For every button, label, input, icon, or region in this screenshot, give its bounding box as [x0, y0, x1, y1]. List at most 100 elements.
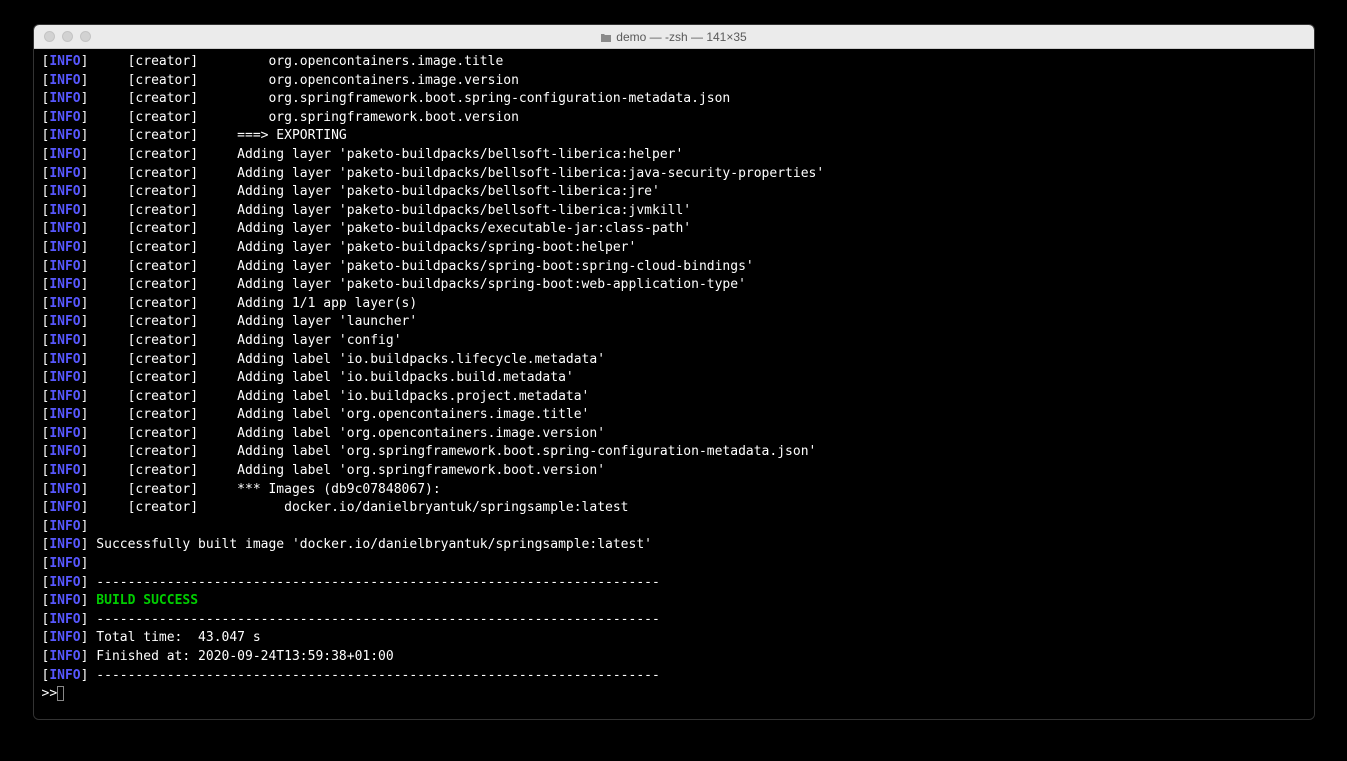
log-message: [creator] Adding layer 'paketo-buildpack…: [88, 147, 683, 162]
log-message: [creator] org.opencontainers.image.versi…: [88, 73, 518, 88]
log-level: INFO: [49, 426, 80, 441]
log-line: [INFO] ---------------------------------…: [42, 611, 1306, 630]
log-line: [INFO] [creator] Adding layer 'paketo-bu…: [42, 220, 1306, 239]
log-message: Successfully built image 'docker.io/dani…: [88, 537, 652, 552]
log-message: [creator] Adding label 'org.opencontaine…: [88, 426, 605, 441]
log-line: [INFO] [creator] Adding layer 'paketo-bu…: [42, 239, 1306, 258]
log-message: [creator] Adding layer 'paketo-buildpack…: [88, 166, 824, 181]
log-message: [creator] Adding layer 'config': [88, 333, 401, 348]
log-message: [creator] Adding layer 'paketo-buildpack…: [88, 221, 691, 236]
prompt: >>: [42, 686, 58, 701]
minimize-button[interactable]: [62, 31, 73, 42]
log-level: INFO: [49, 352, 80, 367]
log-level: INFO: [49, 482, 80, 497]
log-level: INFO: [49, 519, 80, 534]
log-message: [creator] Adding layer 'paketo-buildpack…: [88, 184, 659, 199]
log-level: INFO: [49, 389, 80, 404]
window-title-text: demo — -zsh — 141×35: [616, 30, 746, 44]
log-level: INFO: [49, 463, 80, 478]
log-message: ----------------------------------------…: [88, 668, 659, 683]
traffic-lights: [44, 31, 91, 42]
log-level: INFO: [49, 500, 80, 515]
log-level: INFO: [49, 668, 80, 683]
log-message: [creator] Adding layer 'launcher': [88, 314, 417, 329]
terminal-window: demo — -zsh — 141×35 [INFO] [creator] or…: [33, 24, 1315, 720]
folder-icon: [600, 32, 612, 42]
log-level: INFO: [49, 147, 80, 162]
log-message: [creator] Adding layer 'paketo-buildpack…: [88, 259, 753, 274]
log-level: INFO: [49, 221, 80, 236]
log-level: INFO: [49, 128, 80, 143]
log-line: [INFO] [creator] *** Images (db9c0784806…: [42, 481, 1306, 500]
log-message: Finished at: 2020-09-24T13:59:38+01:00: [88, 649, 393, 664]
log-level: INFO: [49, 444, 80, 459]
log-level: INFO: [49, 314, 80, 329]
log-level: INFO: [49, 333, 80, 348]
log-level: INFO: [49, 370, 80, 385]
log-message: [creator] Adding label 'org.opencontaine…: [88, 407, 589, 422]
log-line: [INFO] Finished at: 2020-09-24T13:59:38+…: [42, 648, 1306, 667]
log-level: INFO: [49, 184, 80, 199]
title-bar: demo — -zsh — 141×35: [34, 25, 1314, 49]
log-line: [INFO] [creator] Adding label 'io.buildp…: [42, 369, 1306, 388]
log-level: INFO: [49, 166, 80, 181]
log-level: INFO: [49, 259, 80, 274]
log-message: [creator] Adding label 'org.springframew…: [88, 463, 605, 478]
log-level: INFO: [49, 91, 80, 106]
log-line: [INFO] [creator] Adding layer 'paketo-bu…: [42, 202, 1306, 221]
log-level: INFO: [49, 277, 80, 292]
log-line: [INFO] Total time: 43.047 s: [42, 629, 1306, 648]
log-line: [INFO] [creator] Adding label 'org.openc…: [42, 406, 1306, 425]
log-message: ----------------------------------------…: [88, 575, 659, 590]
log-level: INFO: [49, 407, 80, 422]
log-message: [creator] org.springframework.boot.versi…: [88, 110, 518, 125]
log-message: [creator] Adding label 'org.springframew…: [88, 444, 816, 459]
log-line: [INFO] [creator] Adding label 'org.openc…: [42, 425, 1306, 444]
log-message: [creator] Adding label 'io.buildpacks.li…: [88, 352, 605, 367]
log-line: [INFO] [creator] Adding label 'org.sprin…: [42, 443, 1306, 462]
maximize-button[interactable]: [80, 31, 91, 42]
log-message: [creator] ===> EXPORTING: [88, 128, 346, 143]
log-line: [INFO] [creator] Adding layer 'launcher': [42, 313, 1306, 332]
log-level: INFO: [49, 556, 80, 571]
log-line: [INFO] ---------------------------------…: [42, 667, 1306, 686]
log-line: [INFO] [creator] Adding layer 'paketo-bu…: [42, 146, 1306, 165]
log-message: [creator] Adding label 'io.buildpacks.bu…: [88, 370, 573, 385]
log-level: INFO: [49, 537, 80, 552]
log-line: [INFO] [creator] org.springframework.boo…: [42, 109, 1306, 128]
log-line: [INFO] [creator] org.opencontainers.imag…: [42, 53, 1306, 72]
log-message: [creator] Adding layer 'paketo-buildpack…: [88, 277, 745, 292]
log-level: INFO: [49, 649, 80, 664]
log-message: [creator] *** Images (db9c07848067):: [88, 482, 440, 497]
log-level: INFO: [49, 203, 80, 218]
log-message: [creator] Adding layer 'paketo-buildpack…: [88, 240, 636, 255]
cursor: [57, 686, 64, 701]
log-line: [INFO] [creator] Adding label 'org.sprin…: [42, 462, 1306, 481]
log-line: [INFO] [creator] Adding 1/1 app layer(s): [42, 295, 1306, 314]
log-line: [INFO] [creator] docker.io/danielbryantu…: [42, 499, 1306, 518]
log-level: INFO: [49, 575, 80, 590]
prompt-line[interactable]: >>: [42, 685, 1306, 704]
log-line: [INFO] [creator] Adding layer 'paketo-bu…: [42, 276, 1306, 295]
log-level: INFO: [49, 612, 80, 627]
log-level: INFO: [49, 73, 80, 88]
log-line: [INFO] [creator] ===> EXPORTING: [42, 127, 1306, 146]
log-line: [INFO]: [42, 555, 1306, 574]
log-line: [INFO] [creator] org.opencontainers.imag…: [42, 72, 1306, 91]
window-title: demo — -zsh — 141×35: [600, 30, 746, 44]
log-message: ----------------------------------------…: [88, 612, 659, 627]
log-message: [creator] Adding layer 'paketo-buildpack…: [88, 203, 691, 218]
log-line: [INFO] ---------------------------------…: [42, 574, 1306, 593]
terminal-content[interactable]: [INFO] [creator] org.opencontainers.imag…: [34, 49, 1314, 719]
log-level: INFO: [49, 110, 80, 125]
log-line: [INFO] [creator] Adding layer 'paketo-bu…: [42, 183, 1306, 202]
log-message: [creator] Adding 1/1 app layer(s): [88, 296, 417, 311]
build-success: BUILD SUCCESS: [96, 593, 198, 608]
log-level: INFO: [49, 54, 80, 69]
log-message: [creator] docker.io/danielbryantuk/sprin…: [88, 500, 628, 515]
log-line: [INFO] [creator] Adding layer 'config': [42, 332, 1306, 351]
log-level: INFO: [49, 296, 80, 311]
log-message: [creator] org.opencontainers.image.title: [88, 54, 503, 69]
close-button[interactable]: [44, 31, 55, 42]
log-line: [INFO] [creator] Adding layer 'paketo-bu…: [42, 258, 1306, 277]
